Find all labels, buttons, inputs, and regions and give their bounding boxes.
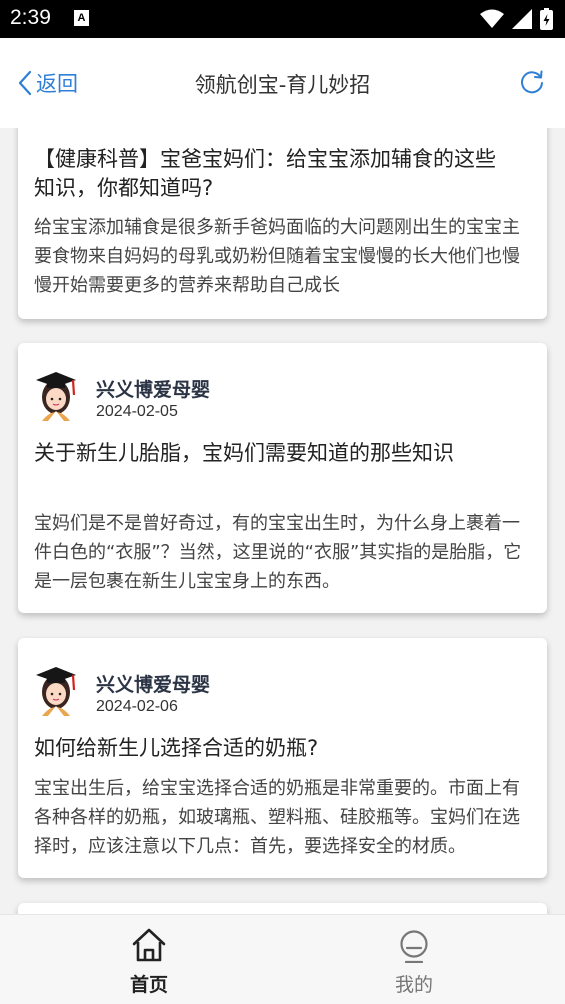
- signal-icon: [512, 9, 532, 29]
- article-card[interactable]: 兴义博爱母婴 2024-02-05 关于新生儿胎脂，宝妈们需要知道的那些知识 宝…: [18, 343, 547, 613]
- status-time: 2:39: [10, 6, 51, 29]
- tab-home-label: 首页: [129, 974, 168, 996]
- notification-icon: A: [74, 10, 89, 26]
- article-summary: 宝宝出生后，给宝宝选择合适的奶瓶是非常重要的。市面上有各种各样的奶瓶，如玻璃瓶、…: [34, 778, 520, 857]
- bottom-tab-bar: 首页 我的: [0, 914, 565, 1004]
- battery-icon: [540, 8, 553, 30]
- article-feed[interactable]: 【健康科普】宝爸宝妈们：给宝宝添加辅食的这些知识，你都知道吗? 给宝宝添加辅食是…: [0, 128, 565, 914]
- page-title: 领航创宝-育儿妙招: [194, 73, 371, 97]
- app-header: 返回 领航创宝-育儿妙招: [0, 38, 565, 128]
- article-card[interactable]: 兴义博爱母婴 2024-02-06 如何给新生儿选择合适的奶瓶? 宝宝出生后，给…: [18, 638, 547, 878]
- author-name: 兴义博爱母婴: [96, 674, 211, 696]
- tab-profile[interactable]: 我的: [273, 915, 555, 1004]
- refresh-icon[interactable]: [519, 69, 545, 95]
- article-card[interactable]: [18, 903, 547, 914]
- status-icons: [480, 7, 553, 31]
- avatar: [36, 372, 76, 421]
- article-summary: 给宝宝添加辅食是很多新手爸妈面临的大问题刚出生的宝宝主要食物来自妈妈的母乳或奶粉…: [34, 217, 520, 296]
- article-card[interactable]: 【健康科普】宝爸宝妈们：给宝宝添加辅食的这些知识，你都知道吗? 给宝宝添加辅食是…: [18, 128, 547, 319]
- article-title: 关于新生儿胎脂，宝妈们需要知道的那些知识: [34, 441, 454, 465]
- tab-profile-label: 我的: [394, 974, 433, 996]
- wifi-icon: [480, 9, 504, 28]
- publish-date: 2024-02-05: [96, 403, 178, 420]
- avatar: [36, 667, 76, 716]
- article-title: 如何给新生儿选择合适的奶瓶?: [34, 736, 319, 760]
- article-summary: 宝妈们是不是曾好奇过，有的宝宝出生时，为什么身上裹着一件白色的“衣服”？当然，这…: [34, 513, 522, 592]
- tab-home[interactable]: 首页: [8, 915, 290, 1004]
- article-title: 【健康科普】宝爸宝妈们：给宝宝添加辅食的这些知识，你都知道吗?: [34, 147, 496, 200]
- profile-icon: [400, 930, 428, 963]
- status-bar: 2:39 A: [0, 0, 565, 38]
- home-icon: [132, 928, 166, 962]
- publish-date: 2024-02-06: [96, 698, 178, 715]
- author-name: 兴义博爱母婴: [96, 379, 211, 401]
